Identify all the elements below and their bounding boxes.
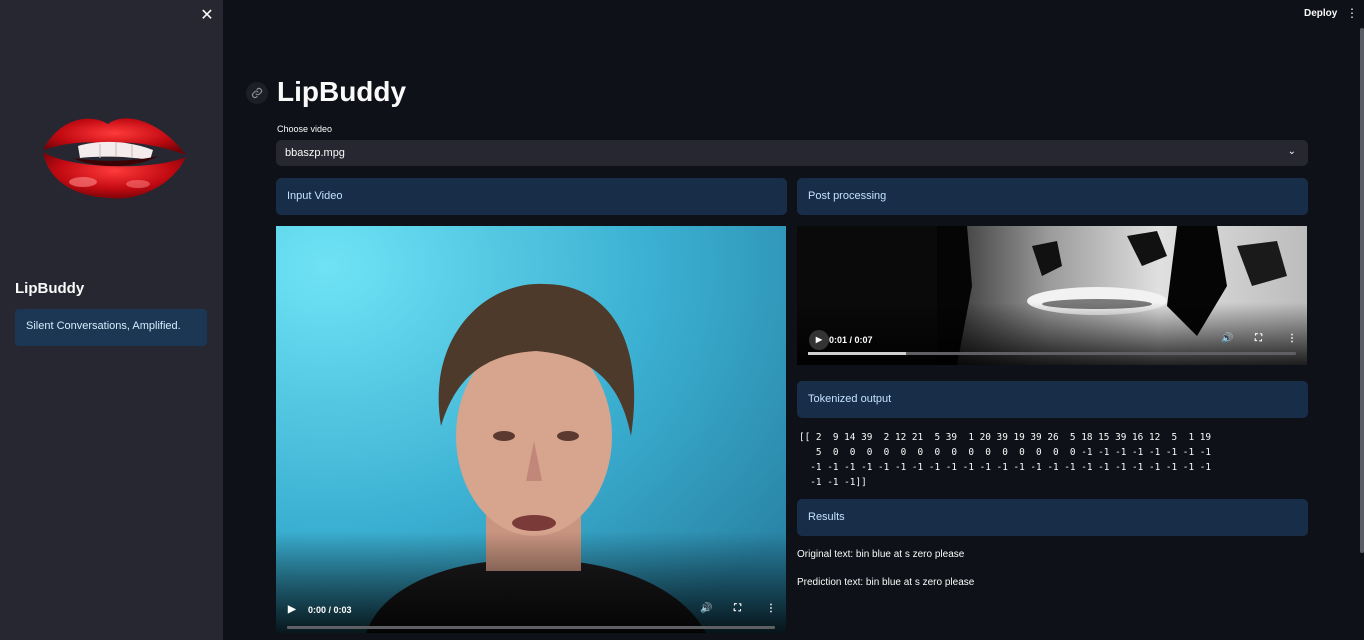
sidebar: ✕ LipBuddy Silent Conversations, Amplifi… <box>0 0 223 640</box>
volume-icon[interactable]: 🔊 <box>1221 333 1233 344</box>
main-menu-icon[interactable]: ⋮ <box>1346 6 1358 20</box>
processed-video-progress[interactable] <box>808 352 1296 355</box>
fullscreen-icon[interactable]: ⛶ <box>734 603 741 614</box>
results-heading: Results <box>797 499 1308 536</box>
deploy-button[interactable]: Deploy <box>1304 8 1337 19</box>
input-video-player[interactable]: ▶ 0:00 / 0:03 🔊 ⛶ ⋮ <box>276 226 786 633</box>
play-icon[interactable]: ▶ <box>809 330 829 350</box>
processed-video-time: 0:01 / 0:07 <box>829 335 873 345</box>
sidebar-info-box: Silent Conversations, Amplified. <box>15 309 207 346</box>
input-video-time: 0:00 / 0:03 <box>308 605 352 615</box>
processed-video-player[interactable]: ▶ 0:01 / 0:07 🔊 ⛶ ⋮ <box>797 226 1307 365</box>
original-text: Original text: bin blue at s zero please <box>797 549 965 560</box>
video-select[interactable]: bbaszp.mpg ⌄ <box>276 140 1308 166</box>
post-processing-heading: Post processing <box>797 178 1308 215</box>
tokenized-output-heading: Tokenized output <box>797 381 1308 418</box>
chevron-down-icon: ⌄ <box>1287 146 1296 157</box>
volume-icon[interactable]: 🔊 <box>700 603 712 614</box>
input-video-heading: Input Video <box>276 178 787 215</box>
fullscreen-icon[interactable]: ⛶ <box>1255 333 1262 344</box>
more-options-icon[interactable]: ⋮ <box>1287 333 1297 344</box>
processed-video-controls: ▶ 0:01 / 0:07 🔊 ⛶ ⋮ <box>797 320 1307 365</box>
input-video-frame <box>276 226 786 633</box>
scrollbar[interactable] <box>1360 28 1364 553</box>
page-title: LipBuddy <box>277 76 407 107</box>
video-select-value: bbaszp.mpg <box>285 147 345 159</box>
anchor-link-icon[interactable] <box>246 82 268 104</box>
close-icon[interactable]: ✕ <box>199 8 215 24</box>
lips-logo <box>43 118 186 199</box>
video-select-label: Choose video <box>277 124 333 134</box>
play-icon[interactable]: ▶ <box>288 604 296 615</box>
processed-video-progress-fill <box>808 352 906 355</box>
input-video-controls: ▶ 0:00 / 0:03 🔊 ⛶ ⋮ <box>276 588 786 633</box>
more-options-icon[interactable]: ⋮ <box>766 603 776 614</box>
prediction-text: Prediction text: bin blue at s zero plea… <box>797 577 975 588</box>
tokenized-output-text: [[ 2 9 14 39 2 12 21 5 39 1 20 39 19 39 … <box>799 432 1212 488</box>
sidebar-title: LipBuddy <box>15 280 85 297</box>
input-video-progress[interactable] <box>287 626 775 629</box>
